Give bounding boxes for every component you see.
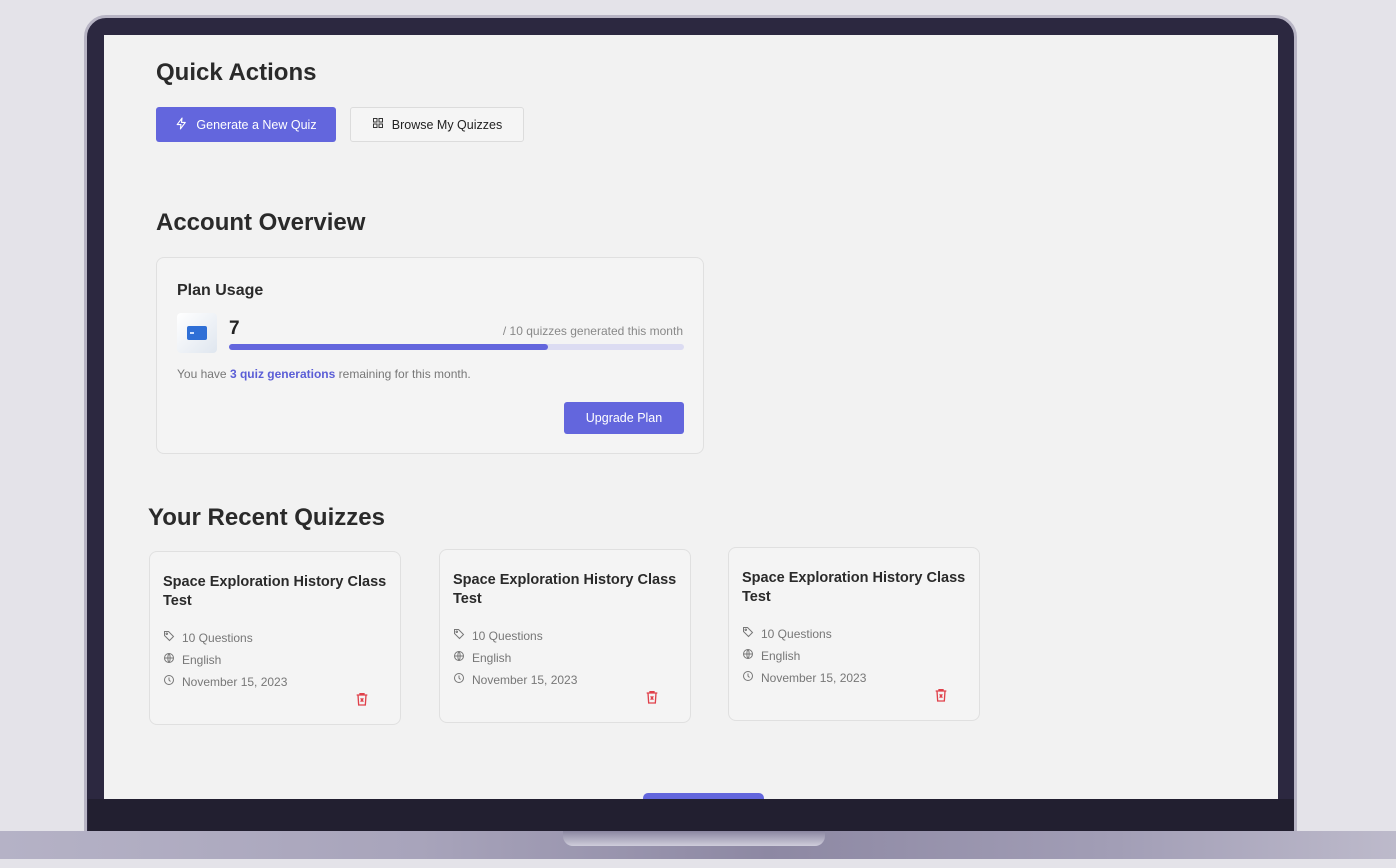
- quiz-language-label: English: [761, 648, 801, 663]
- trash-icon[interactable]: [933, 687, 949, 703]
- quick-actions-heading: Quick Actions: [156, 59, 317, 86]
- laptop-chin: [88, 799, 1294, 831]
- quiz-questions: 10 Questions: [163, 630, 253, 645]
- tag-icon: [163, 630, 175, 645]
- remaining-text: You have 3 quiz generations remaining fo…: [177, 367, 471, 381]
- quiz-date-label: November 15, 2023: [761, 670, 867, 685]
- generate-quiz-label: Generate a New Quiz: [196, 117, 317, 132]
- quiz-language-label: English: [472, 650, 512, 665]
- usage-suffix: / 10 quizzes generated this month: [502, 324, 683, 338]
- quiz-questions-label: 10 Questions: [472, 628, 543, 643]
- view-all-button[interactable]: [643, 793, 764, 799]
- remaining-suffix: remaining for this month.: [338, 367, 471, 381]
- quiz-date: November 15, 2023: [163, 674, 287, 689]
- quiz-date-label: November 15, 2023: [472, 672, 578, 687]
- quiz-card[interactable]: Space Exploration History Class Test 10 …: [149, 551, 401, 725]
- globe-icon: [453, 650, 465, 665]
- generate-quiz-button[interactable]: Generate a New Quiz: [156, 107, 336, 142]
- quiz-date-label: November 15, 2023: [182, 674, 288, 689]
- upgrade-plan-label: Upgrade Plan: [585, 411, 663, 425]
- quiz-title: Space Exploration History Class Test: [742, 570, 966, 605]
- quiz-title: Space Exploration History Class Test: [453, 572, 677, 607]
- upgrade-plan-button[interactable]: Upgrade Plan: [564, 402, 684, 434]
- quiz-title: Space Exploration History Class Test: [163, 574, 387, 609]
- quiz-date: November 15, 2023: [742, 670, 866, 685]
- trash-icon[interactable]: [354, 691, 370, 707]
- clock-icon: [742, 670, 754, 685]
- globe-icon: [742, 648, 754, 663]
- quiz-language-label: English: [182, 652, 222, 667]
- clock-icon: [453, 672, 465, 687]
- remaining-prefix: You have: [177, 367, 227, 381]
- laptop-notch: [563, 831, 825, 846]
- browse-quizzes-label: Browse My Quizzes: [391, 117, 503, 132]
- usage-progress-bar: [229, 344, 684, 350]
- usage-count: 7: [229, 318, 240, 339]
- quiz-language: English: [742, 648, 800, 663]
- account-overview-heading: Account Overview: [156, 209, 366, 236]
- quiz-language: English: [453, 650, 511, 665]
- plan-usage-title: Plan Usage: [177, 282, 264, 299]
- quiz-card[interactable]: Space Exploration History Class Test 10 …: [728, 547, 980, 721]
- recent-quizzes-heading: Your Recent Quizzes: [148, 504, 385, 531]
- trash-icon[interactable]: [644, 689, 660, 705]
- globe-icon: [163, 652, 175, 667]
- lightning-icon: [175, 117, 188, 133]
- plan-usage-card: Plan Usage 7 / 10 quizzes generated this…: [156, 257, 704, 454]
- quiz-questions-label: 10 Questions: [761, 626, 832, 641]
- quiz-questions: 10 Questions: [742, 626, 832, 641]
- quiz-card[interactable]: Space Exploration History Class Test 10 …: [439, 549, 691, 723]
- tag-icon: [453, 628, 465, 643]
- clock-icon: [163, 674, 175, 689]
- usage-progress-fill: [229, 344, 548, 350]
- quiz-date: November 15, 2023: [453, 672, 577, 687]
- credit-card-icon: [177, 313, 217, 353]
- tag-icon: [742, 626, 754, 641]
- quiz-questions-label: 10 Questions: [182, 630, 253, 645]
- remaining-highlight: 3 quiz generations: [229, 367, 336, 381]
- app-screen: Quick Actions Generate a New Quiz Browse…: [104, 35, 1278, 799]
- quiz-language: English: [163, 652, 221, 667]
- grid-icon: [372, 117, 384, 132]
- browse-quizzes-button[interactable]: Browse My Quizzes: [350, 107, 524, 142]
- quiz-questions: 10 Questions: [453, 628, 543, 643]
